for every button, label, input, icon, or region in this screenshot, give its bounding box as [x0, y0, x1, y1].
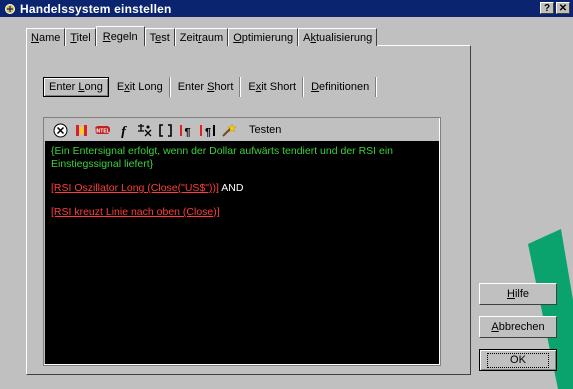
- wand-icon[interactable]: [220, 122, 237, 138]
- app-icon: [3, 2, 17, 15]
- rule-rsi-oszillator[interactable]: [RSI Oszillator Long (Close("US$"))]: [51, 182, 219, 194]
- svg-text:¶: ¶: [184, 126, 190, 138]
- rule-subtabs: Enter Long Exit Long Enter Short Exit Sh…: [43, 77, 378, 97]
- bracket-icon[interactable]: [73, 122, 90, 138]
- tab-regeln[interactable]: Regeln: [95, 26, 145, 46]
- rule-editor: INTEL f ¶ ¶ Testen {Ein Entersignal erfo…: [43, 117, 441, 366]
- main-tabs: Name Titel Regeln Test Zeitraum Optimier…: [26, 26, 378, 46]
- subtab-exit-short[interactable]: Exit Short: [242, 77, 304, 97]
- help-button[interactable]: ?: [540, 2, 554, 14]
- window-title: Handelssystem einstellen: [20, 1, 172, 16]
- svg-text:¶: ¶: [205, 126, 211, 138]
- rule-code-area[interactable]: {Ein Entersignal erfolgt, wenn der Dolla…: [45, 141, 439, 364]
- indicator-icon[interactable]: [136, 122, 153, 138]
- tab-zeitraum[interactable]: Zeitraum: [174, 28, 229, 46]
- svg-text:f: f: [121, 124, 127, 138]
- hilfe-button[interactable]: Hilfe: [479, 283, 557, 305]
- tab-titel[interactable]: Titel: [65, 28, 96, 46]
- rule-rsi-kreuzt[interactable]: [RSI kreuzt Linie nach oben (Close)]: [51, 206, 220, 218]
- code-comment: {Ein Entersignal erfolgt, wenn der Dolla…: [51, 145, 394, 170]
- subtab-exit-long[interactable]: Exit Long: [111, 77, 170, 97]
- editor-toolbar: INTEL f ¶ ¶ Testen: [45, 119, 439, 141]
- abbrechen-button[interactable]: Abbrechen: [479, 316, 557, 338]
- tab-optimierung[interactable]: Optimierung: [228, 28, 299, 46]
- testen-button[interactable]: Testen: [249, 124, 281, 136]
- data-icon[interactable]: INTEL: [94, 122, 111, 138]
- subtab-definitionen[interactable]: Definitionen: [305, 77, 377, 97]
- title-bar: Handelssystem einstellen ? ✕: [0, 0, 573, 17]
- svg-text:INTEL: INTEL: [95, 129, 109, 135]
- paragraph-icon[interactable]: ¶: [178, 122, 195, 138]
- tab-aktualisierung[interactable]: Aktualisierung: [298, 28, 378, 46]
- tab-name[interactable]: Name: [26, 28, 66, 46]
- ok-button[interactable]: OK: [479, 349, 557, 371]
- subtab-enter-long[interactable]: Enter Long: [43, 77, 109, 97]
- code-line-2: [RSI kreuzt Linie nach oben (Close)]: [51, 206, 433, 219]
- function-icon[interactable]: f: [115, 122, 132, 138]
- code-line-1: [RSI Oszillator Long (Close("US$"))] AND: [51, 182, 433, 195]
- operator-icon[interactable]: [52, 122, 69, 138]
- paragraph-bracket-icon[interactable]: ¶: [199, 122, 216, 138]
- close-button[interactable]: ✕: [556, 2, 570, 14]
- subtab-enter-short[interactable]: Enter Short: [172, 77, 241, 97]
- tab-test[interactable]: Test: [144, 28, 175, 46]
- and-operator: AND: [221, 182, 244, 194]
- brackets-icon[interactable]: [157, 122, 174, 138]
